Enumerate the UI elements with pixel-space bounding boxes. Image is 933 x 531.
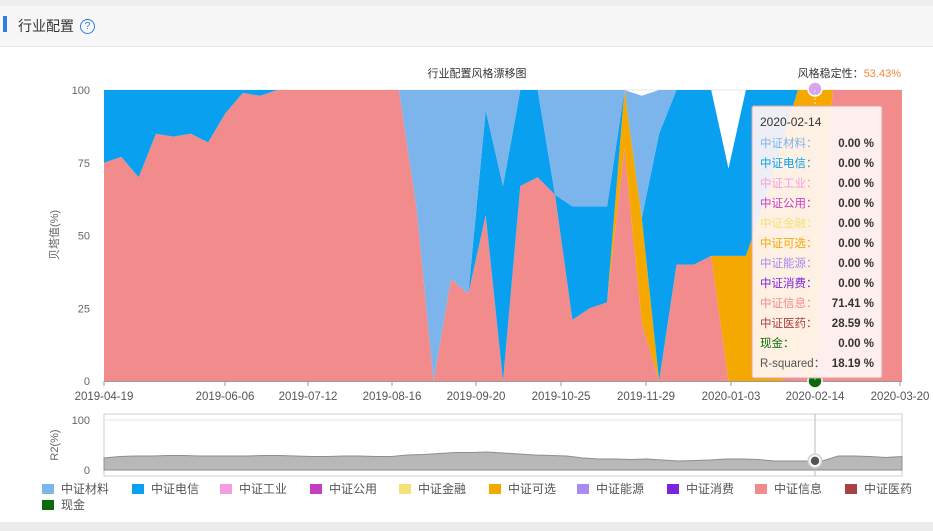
r2-axis-title: R2(%) [49,429,61,460]
legend-swatch [42,484,54,494]
tooltip-row-label: 现金： [760,336,795,350]
tooltip-row-value: 0.00 % [838,338,874,350]
chart-title: 行业配置风格漂移图 [428,66,527,80]
x-tick-label: 2020-01-03 [702,391,761,403]
y-tick-label: 50 [78,231,90,243]
stability-label: 风格稳定性： [798,66,864,80]
y-tick-label: 100 [72,85,90,97]
y-tick-label: 75 [78,158,90,170]
x-tick-label: 2020-03-20 [871,391,930,403]
legend-item-label: 中证材料 [61,481,109,496]
legend-swatch [489,484,501,494]
stability-value: 53.43% [864,68,902,80]
r2-hover-point [809,455,821,467]
tooltip-row-value: 0.00 % [838,178,874,190]
y-axis-title: 贝塔值(%) [48,210,61,260]
tooltip-row-label: 中证可选： [760,237,818,250]
tooltip-row-label: 中证公用： [760,197,818,210]
x-tick-label: 2019-10-25 [532,391,591,403]
top-hover-marker [807,81,823,97]
tooltip-row-sep: ： [806,318,818,330]
legend-item-label: 中证消费 [686,481,734,496]
tooltip-row-sep: ： [806,258,818,270]
fund-analysis-panel: 行业配置 ? 行业配置风格漂移图 风格稳定性：53.43% 贝塔值(%) R2(… [0,0,933,531]
x-tick-label: 2019-04-19 [75,391,134,403]
legend-swatch [399,484,411,494]
legend-swatch [667,484,679,494]
tooltip-row-value: 18.19 % [832,358,874,370]
legend-item-label: 中证公用 [329,481,377,496]
tooltip-row-value: 0.00 % [838,158,874,170]
tooltip-row-value: 0.00 % [838,258,874,270]
tooltip-row-label: 中证消费： [760,276,818,290]
tooltip-row-label: R-squared： [760,358,825,370]
legend-item-label: 中证工业 [239,481,287,496]
legend-swatch [755,484,767,494]
tooltip-row-value: 0.00 % [838,218,874,230]
tooltip-row-sep: ： [806,278,818,290]
tooltip-row-name: 中证公用 [760,197,806,210]
x-tick-label: 2019-07-12 [279,391,338,403]
tooltip-row-name: 中证能源 [760,256,806,270]
legend-item-label: 中证可选 [508,481,556,496]
tooltip-row-name: 中证金融 [760,216,806,230]
legend-swatch [42,500,54,510]
tooltip-row-name: 现金 [760,336,783,350]
tooltip-row-sep: ： [806,238,818,250]
tooltip-row-sep: ： [806,298,818,310]
style-drift-chart: 行业配置风格漂移图 风格稳定性：53.43% 贝塔值(%) R2(%) 100 7… [42,66,930,512]
tooltip-row-value: 0.00 % [838,278,874,290]
tooltip-date: 2020-02-14 [760,115,822,129]
tooltip-row-sep: ： [806,178,818,190]
y-tick-label: 0 [84,376,90,388]
tooltip-row-sep: ： [783,338,795,350]
tooltip-row-sep: ： [806,198,818,210]
tooltip-row-label: 中证电信： [760,157,818,170]
tooltip-row-name: 中证可选 [760,237,806,250]
tooltip-row-value: 0.00 % [838,238,874,250]
legend-item-label: 中证信息 [774,481,822,496]
legend-swatch [845,484,857,494]
x-tick-label: 2020-02-14 [786,391,845,403]
x-tick-label: 2019-06-06 [196,391,255,403]
legend-swatch [310,484,322,494]
tooltip-row-label: 中证医药： [760,317,818,330]
tooltip-row-label: 中证工业： [760,177,818,190]
legend-item-label: 中证金融 [418,481,466,496]
legend-item-label: 现金 [61,497,85,512]
tooltip-row-value: 0.00 % [838,138,874,150]
tooltip-row-label: 中证能源： [760,256,818,270]
tooltip-row-sep: ： [806,138,818,150]
tooltip-row-name: 中证信息 [760,296,806,310]
tooltip-row-name: 中证消费 [760,276,806,290]
legend-swatch [220,484,232,494]
tooltip-row-label: 中证材料： [760,136,818,150]
tooltip-row-sep: ： [806,218,818,230]
tooltip-row-name: 中证医药 [760,317,806,330]
legend-swatch [132,484,144,494]
tooltip-row-name: R-squared [760,358,814,370]
tooltip-row-name: 中证电信 [760,157,806,170]
legend-item-label: 中证能源 [596,481,644,496]
legend-swatch [577,484,589,494]
tooltip-row-label: 中证信息： [760,296,818,310]
x-tick-label: 2019-08-16 [363,391,422,403]
bottom-divider [0,522,933,531]
tooltip-row-name: 中证材料 [760,136,806,150]
tooltip-row-value: 0.00 % [838,198,874,210]
tooltip-row-value: 28.59 % [832,318,874,330]
tooltip-row-name: 中证工业 [760,177,806,190]
legend-item-label: 中证电信 [151,481,199,496]
r2-tick-label: 0 [84,465,90,477]
y-tick-label: 25 [78,303,90,315]
legend-item-label: 中证医药 [864,481,912,496]
r2-tick-label: 100 [72,415,90,427]
tooltip-row-sep: ： [806,158,818,170]
tooltip-row-sep: ： [814,358,826,370]
x-tick-label: 2019-11-29 [617,391,675,403]
tooltip-row-value: 71.41 % [832,298,874,310]
x-tick-label: 2019-09-20 [447,391,506,403]
tooltip-row-label: 中证金融： [760,216,818,230]
stability-text: 风格稳定性：53.43% [798,66,902,80]
